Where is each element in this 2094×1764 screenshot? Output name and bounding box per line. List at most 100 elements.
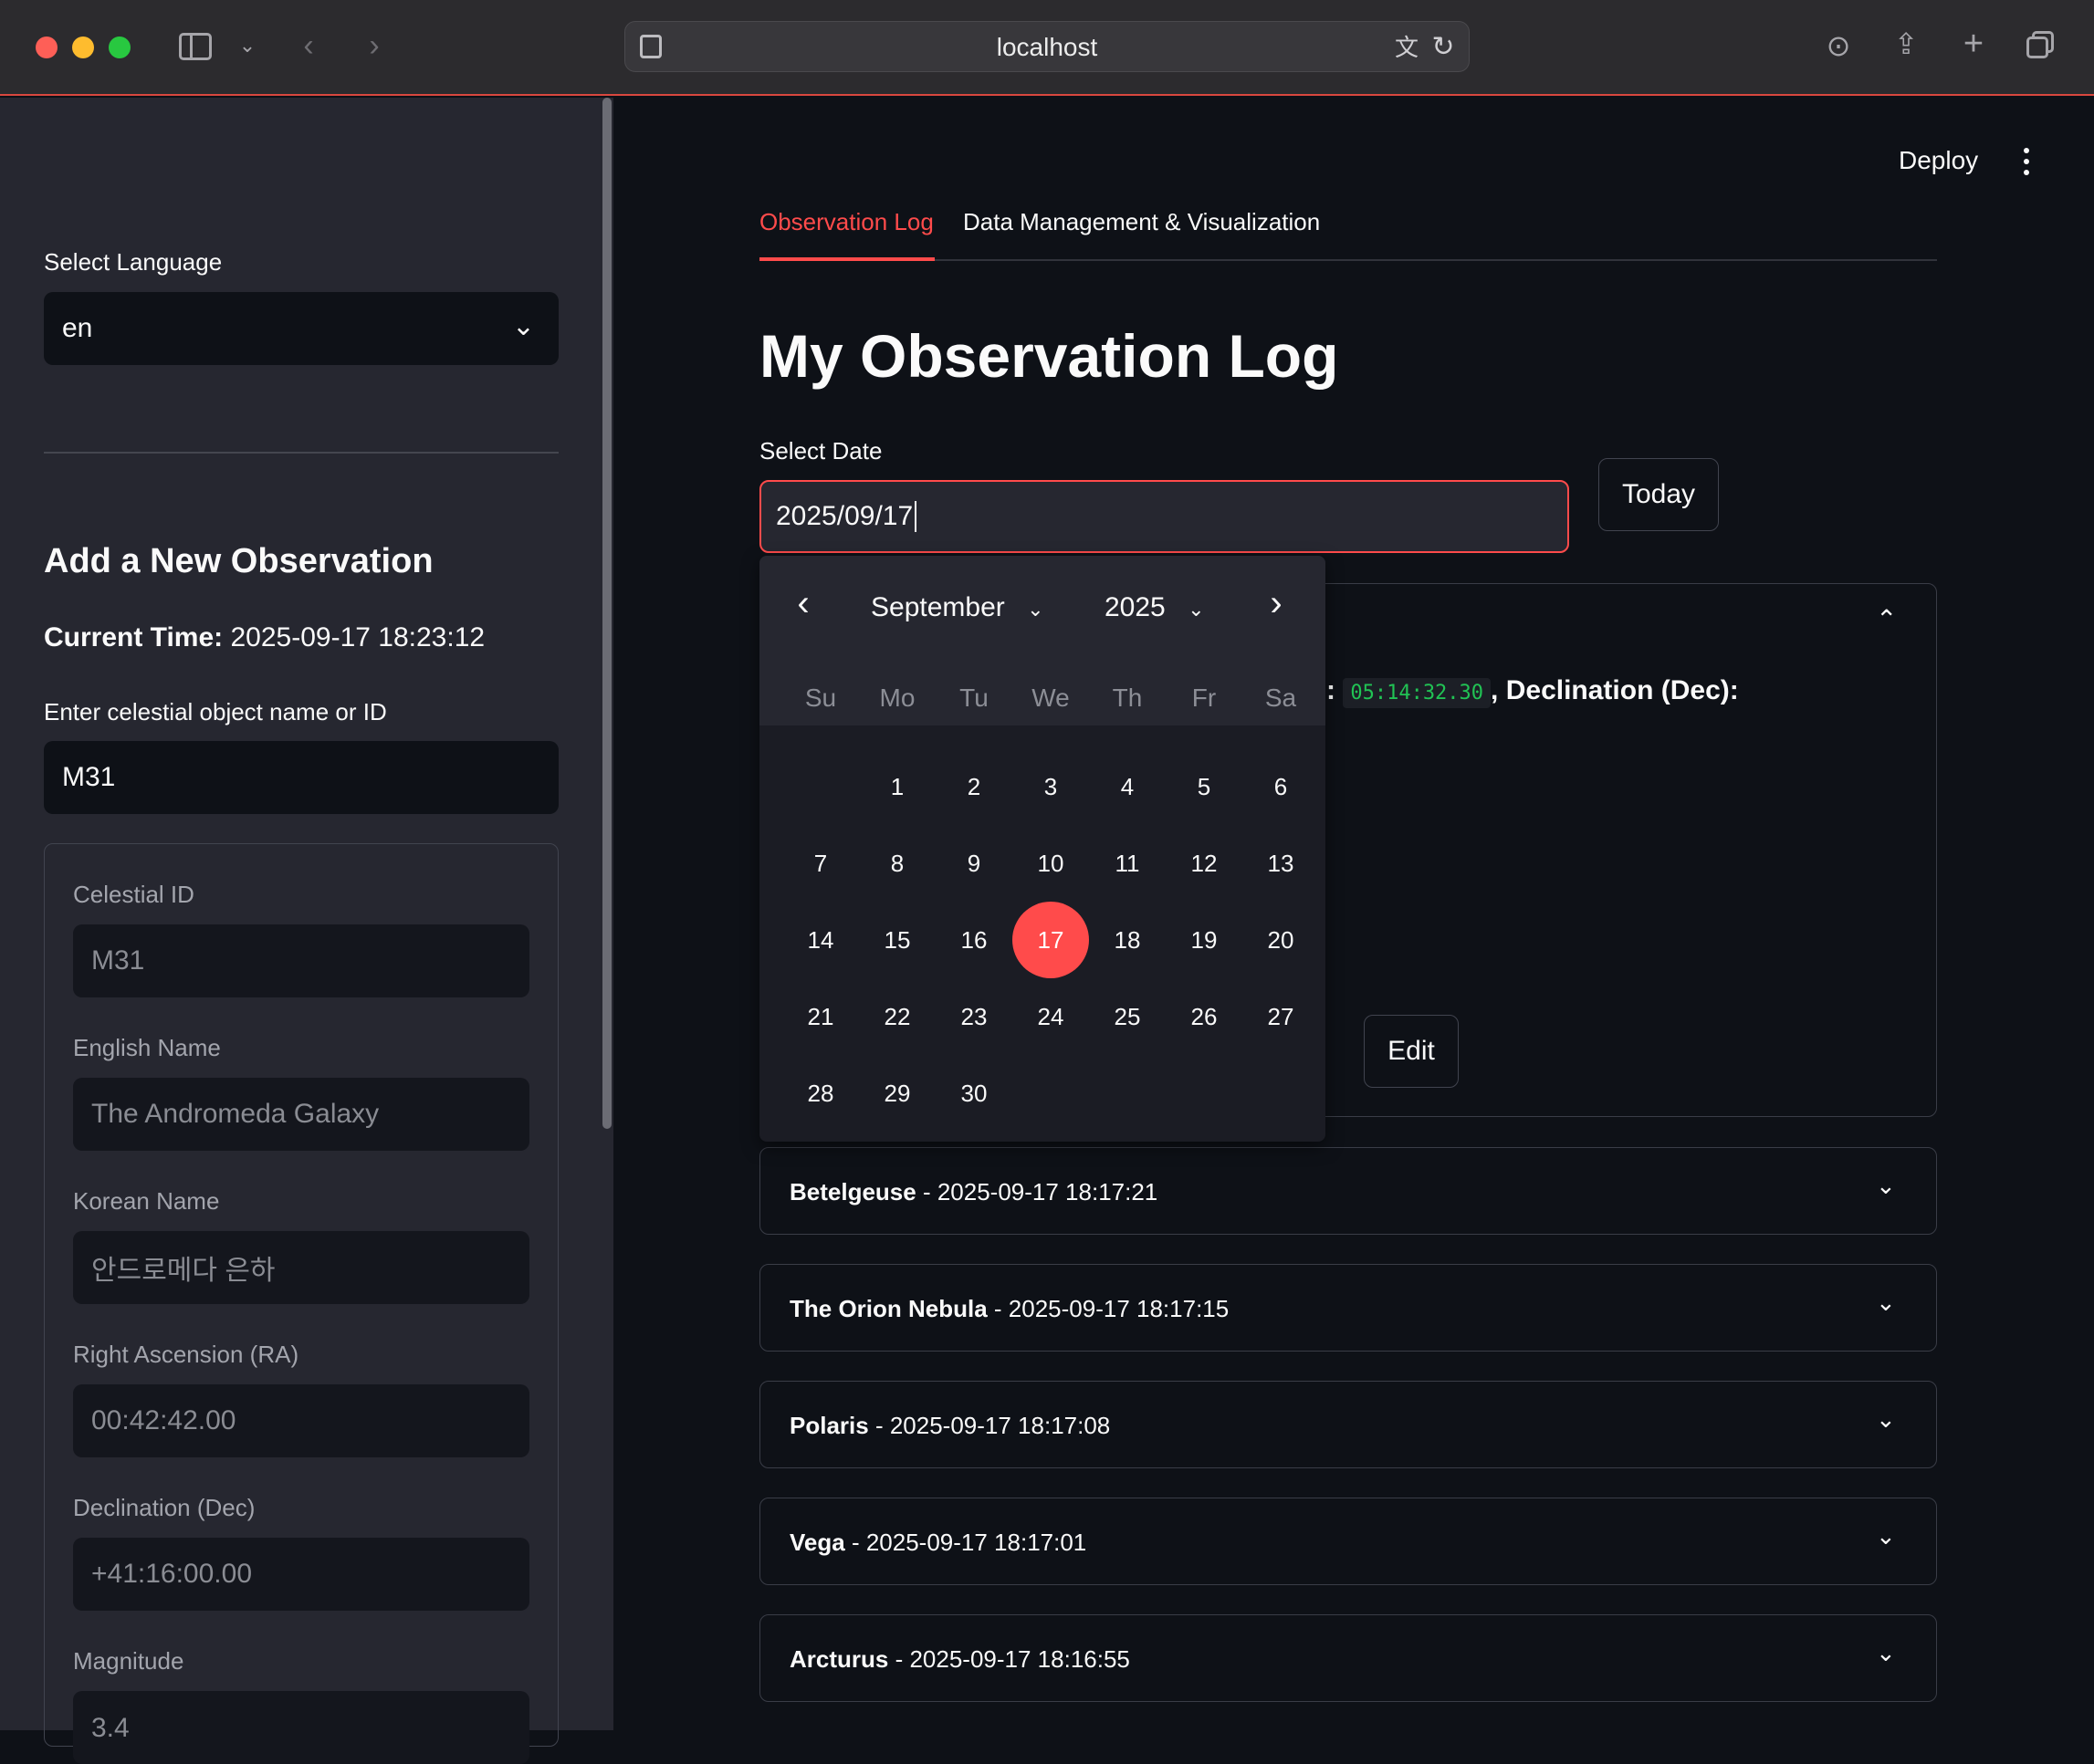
calendar-day[interactable]: 11 [1089,825,1166,902]
calendar-day[interactable]: 6 [1242,748,1319,825]
calendar-day[interactable]: 20 [1242,902,1319,978]
language-value: en [62,313,93,343]
calendar-day[interactable]: 30 [936,1055,1012,1132]
calendar-day[interactable]: 12 [1166,825,1242,902]
translate-icon[interactable]: 文 [1388,29,1425,66]
weekday-label: Th [1112,684,1143,712]
calendar-day[interactable]: 4 [1089,748,1166,825]
date-picker-header: ‹ September ⌄ 2025 ⌄ › Su Mo Tu We Th Fr Sa [759,556,1325,725]
entry-name: Betelgeuse [790,1178,916,1206]
calendar-day[interactable]: 7 [782,825,859,902]
calendar-day[interactable]: 19 [1166,902,1242,978]
object-input[interactable]: M31 [44,741,559,814]
ra-code-value: 05:14:32.30 [1343,678,1492,708]
expanded-entry-text: : 05:14:32.30, Declination (Dec): [1326,675,1739,708]
forward-arrow-icon[interactable]: › [358,27,391,64]
text-cursor [915,501,917,532]
weekday-label: Fr [1191,684,1217,712]
calendar-day[interactable]: 3 [1012,748,1089,825]
add-observation-heading: Add a New Observation [44,542,434,580]
back-arrow-icon[interactable]: ‹ [292,27,325,64]
maximize-window-button[interactable] [109,37,131,58]
calendar-day[interactable]: 1 [859,748,936,825]
sidebar-divider [44,452,559,454]
date-input[interactable]: 2025/09/17 [759,480,1569,553]
observation-entry[interactable]: Polaris - 2025-09-17 18:17:08 ⌄ [759,1381,1937,1468]
calendar-day[interactable]: 21 [782,978,859,1055]
main-menu-icon[interactable] [2017,146,2036,177]
calendar-day[interactable]: 23 [936,978,1012,1055]
chevron-down-icon: ⌄ [1188,598,1205,621]
minimize-window-button[interactable] [72,37,94,58]
entry-name: The Orion Nebula [790,1295,988,1322]
calendar-day[interactable]: 24 [1012,978,1089,1055]
ra-label: Right Ascension (RA) [73,1341,299,1368]
calendar-day[interactable]: 2 [936,748,1012,825]
language-select[interactable]: en ⌄ [44,292,559,365]
close-window-button[interactable] [36,37,58,58]
entry-time: - 2025-09-17 18:16:55 [888,1645,1130,1673]
entry-title: Vega - 2025-09-17 18:17:01 [790,1498,1086,1586]
month-select[interactable]: September ⌄ [871,592,1044,623]
month-value: September [871,592,1005,622]
calendar-day[interactable]: 16 [936,902,1012,978]
calendar-day[interactable]: 26 [1166,978,1242,1055]
calendar-day[interactable]: 22 [859,978,936,1055]
selected-day[interactable]: 17 [1012,902,1089,978]
weekday-label: Mo [879,684,916,712]
tab-data-management[interactable]: Data Management & Visualization [963,208,1320,236]
tab-overview-icon[interactable] [2026,31,2054,58]
chevron-down-icon: ⌄ [1876,1639,1896,1666]
calendar-day[interactable]: 29 [859,1055,936,1132]
current-time: Current Time: 2025-09-17 18:23:12 [44,622,485,653]
sidebar-toggle-icon[interactable] [179,33,212,60]
language-label: Select Language [44,248,223,276]
calendar-day[interactable]: 27 [1242,978,1319,1055]
chevron-down-icon: ⌄ [1876,1172,1896,1199]
calendar-day[interactable]: 28 [782,1055,859,1132]
observation-entry[interactable]: The Orion Nebula - 2025-09-17 18:17:15 ⌄ [759,1264,1937,1352]
calendar-day[interactable]: 25 [1089,978,1166,1055]
reload-icon[interactable]: ↻ [1425,29,1461,66]
downloads-icon[interactable]: ⊙ [1820,27,1857,64]
calendar-day[interactable]: 9 [936,825,1012,902]
observation-entry[interactable]: Arcturus - 2025-09-17 18:16:55 ⌄ [759,1614,1937,1702]
dec-field: +41:16:00.00 [73,1538,529,1611]
observation-entry[interactable]: Betelgeuse - 2025-09-17 18:17:21 ⌄ [759,1147,1937,1235]
calendar-day[interactable]: 14 [782,902,859,978]
today-button[interactable]: Today [1598,458,1719,531]
dec-label: Declination (Dec) [73,1494,256,1521]
calendar-day[interactable]: 15 [859,902,936,978]
deploy-button[interactable]: Deploy [1899,146,1978,175]
magnitude-label: Magnitude [73,1647,184,1675]
new-tab-icon[interactable]: + [1955,26,1992,62]
calendar-day[interactable]: 8 [859,825,936,902]
entry-name: Arcturus [790,1645,889,1673]
entry-time: - 2025-09-17 18:17:21 [916,1178,1158,1206]
english-name-value: The Andromeda Galaxy [91,1099,380,1129]
object-input-label: Enter celestial object name or ID [44,698,387,725]
address-bar[interactable]: localhost 文 ↻ [624,21,1470,72]
current-time-value: 2025-09-17 18:23:12 [230,622,486,652]
year-select[interactable]: 2025 ⌄ [1105,592,1205,623]
dec-text: , Declination (Dec): [1491,675,1739,705]
prev-month-icon[interactable]: ‹ [787,585,820,625]
korean-name-value: 안드로메다 은하 [91,1256,276,1286]
magnitude-field: 3.4 [73,1691,529,1764]
calendar-day[interactable]: 13 [1242,825,1319,902]
calendar-day[interactable]: 18 [1089,902,1166,978]
chevron-up-icon[interactable]: ⌃ [1876,604,1897,634]
celestial-id-label: Celestial ID [73,881,194,908]
date-input-value: 2025/09/17 [776,501,914,531]
next-month-icon[interactable]: › [1260,585,1293,625]
weekday-label: Su [804,684,837,712]
share-icon[interactable]: ⇪ [1888,26,1924,62]
edit-button[interactable]: Edit [1364,1015,1459,1088]
observation-entry[interactable]: Vega - 2025-09-17 18:17:01 ⌄ [759,1498,1937,1585]
calendar-day[interactable]: 5 [1166,748,1242,825]
chevron-down-icon[interactable]: ⌄ [234,27,261,64]
entry-time: - 2025-09-17 18:17:01 [844,1529,1087,1556]
tab-observation-log[interactable]: Observation Log [759,208,934,236]
sidebar-scrollbar[interactable] [602,98,612,1129]
calendar-day[interactable]: 10 [1012,825,1089,902]
